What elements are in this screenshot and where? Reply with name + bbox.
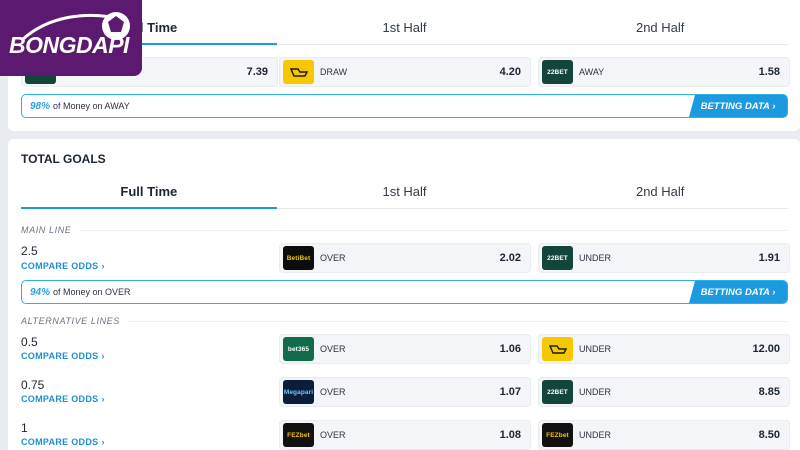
tab-1st-half[interactable]: 1st Half xyxy=(277,175,533,208)
alternative-lines-heading: ALTERNATIVE LINES xyxy=(21,316,788,326)
odds-under[interactable]: FEZbet UNDER 8.50 xyxy=(538,420,790,450)
total-goals-card: TOTAL GOALS Full Time 1st Half 2nd Half … xyxy=(8,139,800,450)
compare-odds-link[interactable]: COMPARE ODDS › xyxy=(21,437,105,447)
money-text: of Money on OVER xyxy=(53,287,131,297)
odds-label: OVER xyxy=(320,344,346,354)
bookmaker-logo: 22BET xyxy=(542,60,573,84)
money-text: of Money on AWAY xyxy=(53,101,130,111)
money-bar: 98% of Money on AWAY BETTING DATA › xyxy=(21,94,788,118)
odds-value: 7.39 xyxy=(246,66,268,78)
odds-label: AWAY xyxy=(579,67,605,77)
tab-full-time[interactable]: Full Time xyxy=(21,175,277,209)
line-value: 1 xyxy=(21,421,28,435)
odds-under[interactable]: 22BET UNDER 1.91 xyxy=(538,243,790,273)
bookmaker-logo: BetiBet xyxy=(283,246,314,270)
chevron-right-icon: › xyxy=(101,351,105,361)
bookmaker-logo-icon xyxy=(283,60,314,84)
odds-draw[interactable]: DRAW 4.20 xyxy=(279,57,531,87)
tab-1st-half[interactable]: 1st Half xyxy=(277,11,533,44)
odds-value: 8.85 xyxy=(758,386,780,398)
bookmaker-logo: bet365 xyxy=(283,337,314,361)
odds-away[interactable]: 22BET AWAY 1.58 xyxy=(538,57,790,87)
brand-logo: BONGDAPI xyxy=(0,0,142,76)
betting-data-button[interactable]: BETTING DATA › xyxy=(689,95,787,117)
tab-2nd-half[interactable]: 2nd Half xyxy=(532,11,788,44)
odds-under[interactable]: UNDER 12.00 xyxy=(538,334,790,364)
chevron-right-icon: › xyxy=(101,437,105,447)
betting-data-button[interactable]: BETTING DATA › xyxy=(689,281,787,303)
bookmaker-logo: FEZbet xyxy=(542,423,573,447)
odds-label: OVER xyxy=(320,253,346,263)
odds-over[interactable]: bet365 OVER 1.06 xyxy=(279,334,531,364)
odds-label: OVER xyxy=(320,387,346,397)
odds-label: OVER xyxy=(320,430,346,440)
odds-value: 1.06 xyxy=(499,343,521,355)
odds-over[interactable]: BetiBet OVER 2.02 xyxy=(279,243,531,273)
line-value: 0.5 xyxy=(21,335,38,349)
odds-value: 12.00 xyxy=(752,343,780,355)
odds-under[interactable]: 22BET UNDER 8.85 xyxy=(538,377,790,407)
odds-label: DRAW xyxy=(320,67,348,77)
odds-value: 1.07 xyxy=(499,386,521,398)
odds-label: UNDER xyxy=(579,387,612,397)
chevron-right-icon: › xyxy=(101,394,105,404)
brand-name: BONGDAPI xyxy=(9,32,129,58)
odds-value: 1.58 xyxy=(758,66,780,78)
bookmaker-logo: 22BET xyxy=(542,380,573,404)
odds-value: 4.20 xyxy=(499,66,521,78)
bookmaker-logo: Megapari xyxy=(283,380,314,404)
bookmaker-logo: FEZbet xyxy=(283,423,314,447)
period-tabs: Full Time 1st Half 2nd Half xyxy=(21,175,788,209)
tab-2nd-half[interactable]: 2nd Half xyxy=(532,175,788,208)
odds-over[interactable]: Megapari OVER 1.07 xyxy=(279,377,531,407)
section-title: TOTAL GOALS xyxy=(21,152,106,166)
odds-label: UNDER xyxy=(579,430,612,440)
odds-value: 2.02 xyxy=(499,252,521,264)
line-value: 2.5 xyxy=(21,244,38,258)
chevron-right-icon: › xyxy=(101,261,105,271)
main-line-heading: MAIN LINE xyxy=(21,225,788,235)
money-percent: 98% xyxy=(30,100,51,112)
line-value: 0.75 xyxy=(21,378,45,392)
odds-label: UNDER xyxy=(579,344,612,354)
money-percent: 94% xyxy=(30,286,51,298)
odds-label: UNDER xyxy=(579,253,612,263)
odds-value: 8.50 xyxy=(758,429,780,441)
compare-odds-link[interactable]: COMPARE ODDS › xyxy=(21,351,105,361)
odds-value: 1.08 xyxy=(499,429,521,441)
compare-odds-link[interactable]: COMPARE ODDS › xyxy=(21,394,105,404)
money-bar: 94% of Money on OVER BETTING DATA › xyxy=(21,280,788,304)
odds-over[interactable]: FEZbet OVER 1.08 xyxy=(279,420,531,450)
bookmaker-logo: 22BET xyxy=(542,246,573,270)
compare-odds-link[interactable]: COMPARE ODDS › xyxy=(21,261,105,271)
odds-value: 1.91 xyxy=(758,252,780,264)
bookmaker-logo-icon xyxy=(542,337,573,361)
